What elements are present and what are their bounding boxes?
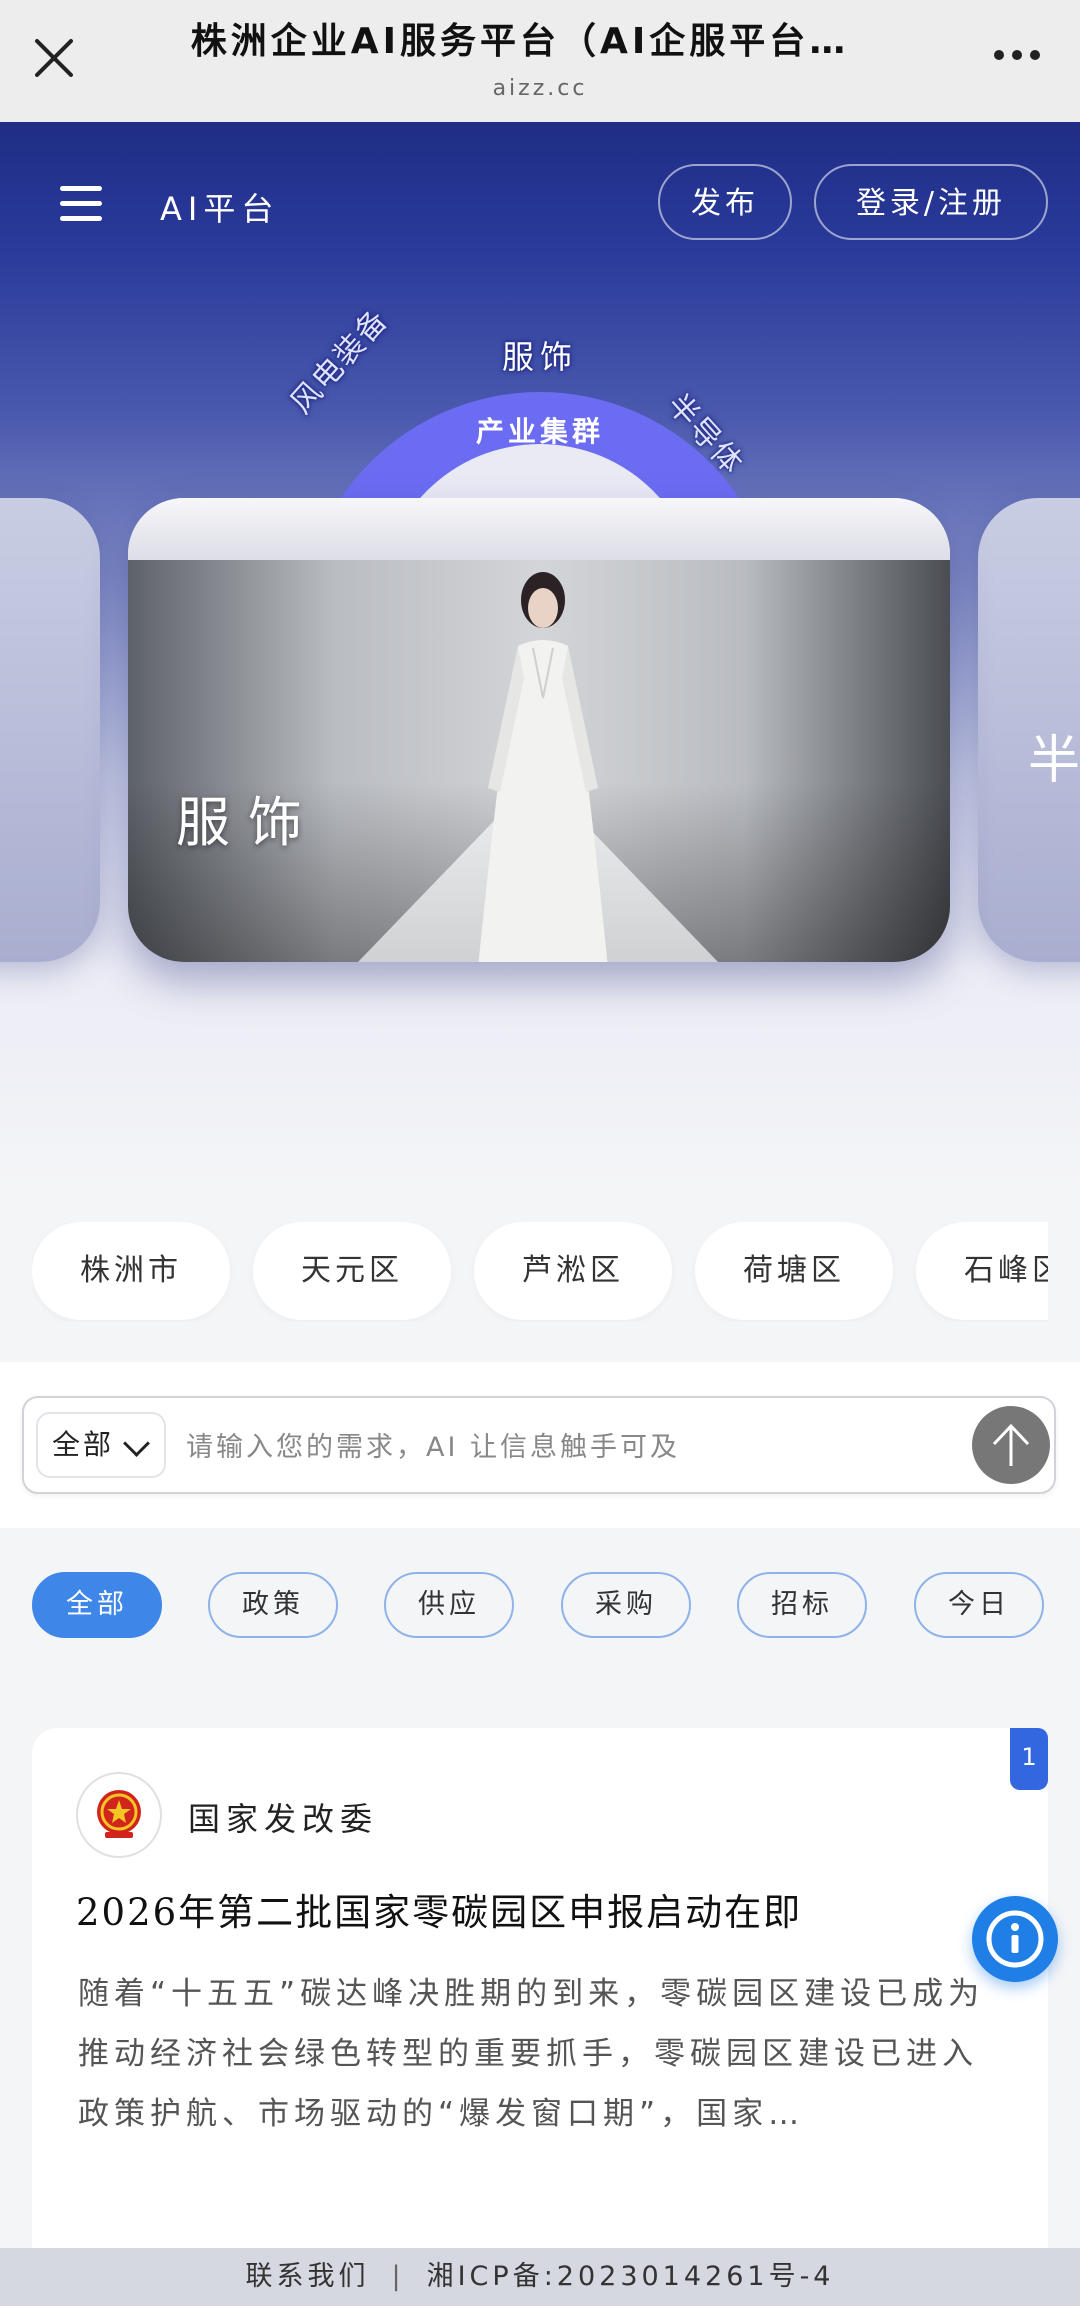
district-tabs: 株洲市天元区芦淞区荷塘区石峰区 [0,1182,1080,1362]
rank-badge: 1 [1010,1728,1048,1790]
model-figure [478,572,608,962]
district-scroller[interactable]: 株洲市天元区芦淞区荷塘区石峰区 [32,1222,1048,1322]
district-pill[interactable]: 荷塘区 [695,1222,893,1320]
search-box: 全部 [22,1396,1056,1494]
hero-section: AI平台 发布 登录/注册 服饰 产业集群 风电装备 半导体 半 服饰 [0,122,1080,1182]
browser-topbar: 株洲企业AI服务平台（AI企服平台… aizz.cc [0,0,1080,122]
page-url: aizz.cc [492,76,588,101]
info-icon [986,1910,1044,1968]
scope-dropdown[interactable]: 全部 [36,1412,166,1478]
filter-chip-tender[interactable]: 招标 [737,1572,867,1638]
icp-record[interactable]: 湘ICP备:2023014261号-4 [427,2261,835,2292]
card-top-strip [128,498,950,560]
menu-icon[interactable] [60,186,102,222]
carousel-card-prev[interactable] [0,498,100,962]
district-pill[interactable]: 石峰区 [916,1222,1048,1320]
arrow-up-icon [992,1423,1030,1466]
news-card[interactable]: 1 国家发改委 2026年第二批国家零碳园区申报启动在即 随着“十五五”碳达峰决… [32,1728,1048,2248]
contact-link[interactable]: 联系我们 [245,2261,369,2292]
info-button[interactable] [972,1896,1058,1982]
org-name: 国家发改委 [188,1800,379,1838]
search-section: 全部 [0,1362,1080,1528]
login-register-button[interactable]: 登录/注册 [814,164,1048,240]
district-pill[interactable]: 株洲市 [32,1222,230,1320]
arc-center-label: 产业集群 [475,415,604,448]
footer-separator: | [391,2261,405,2292]
filter-chip-today[interactable]: 今日 [914,1572,1044,1638]
runway-photo [128,560,950,962]
category-filters: 全部 政策 供应 采购 招标 今日 [0,1528,1080,1688]
carousel-card-next[interactable]: 半 [978,498,1080,962]
scope-dropdown-value: 全部 [52,1428,115,1461]
publish-button[interactable]: 发布 [658,164,792,240]
carousel-card-next-label: 半 [1028,731,1080,791]
district-pill[interactable]: 芦淞区 [474,1222,672,1320]
national-emblem-icon [76,1772,162,1858]
page-title: 株洲企业AI服务平台（AI企服平台… [190,21,850,62]
footer: 联系我们 | 湘ICP备:2023014261号-4 [0,2248,1080,2306]
carousel-card-label: 服饰 [176,791,320,854]
filter-chip-policy[interactable]: 政策 [208,1572,338,1638]
filter-chip-purchase[interactable]: 采购 [561,1572,691,1638]
brand-name: AI平台 [160,190,280,228]
filter-chip-all[interactable]: 全部 [32,1572,162,1638]
news-summary: 随着“十五五”碳达峰决胜期的到来，零碳园区建设已成为推动经济社会绿色转型的重要抓… [78,1976,985,2132]
more-dots-icon[interactable] [994,50,1040,60]
news-title[interactable]: 2026年第二批国家零碳园区申报启动在即 [76,1882,1006,1936]
carousel-card-active[interactable]: 服饰 [128,498,950,962]
close-icon[interactable] [32,36,76,80]
send-button[interactable] [972,1406,1050,1484]
filter-chip-supply[interactable]: 供应 [384,1572,514,1638]
chevron-down-icon [123,1430,150,1457]
search-input[interactable] [184,1418,788,1476]
district-pill[interactable]: 天元区 [253,1222,451,1320]
